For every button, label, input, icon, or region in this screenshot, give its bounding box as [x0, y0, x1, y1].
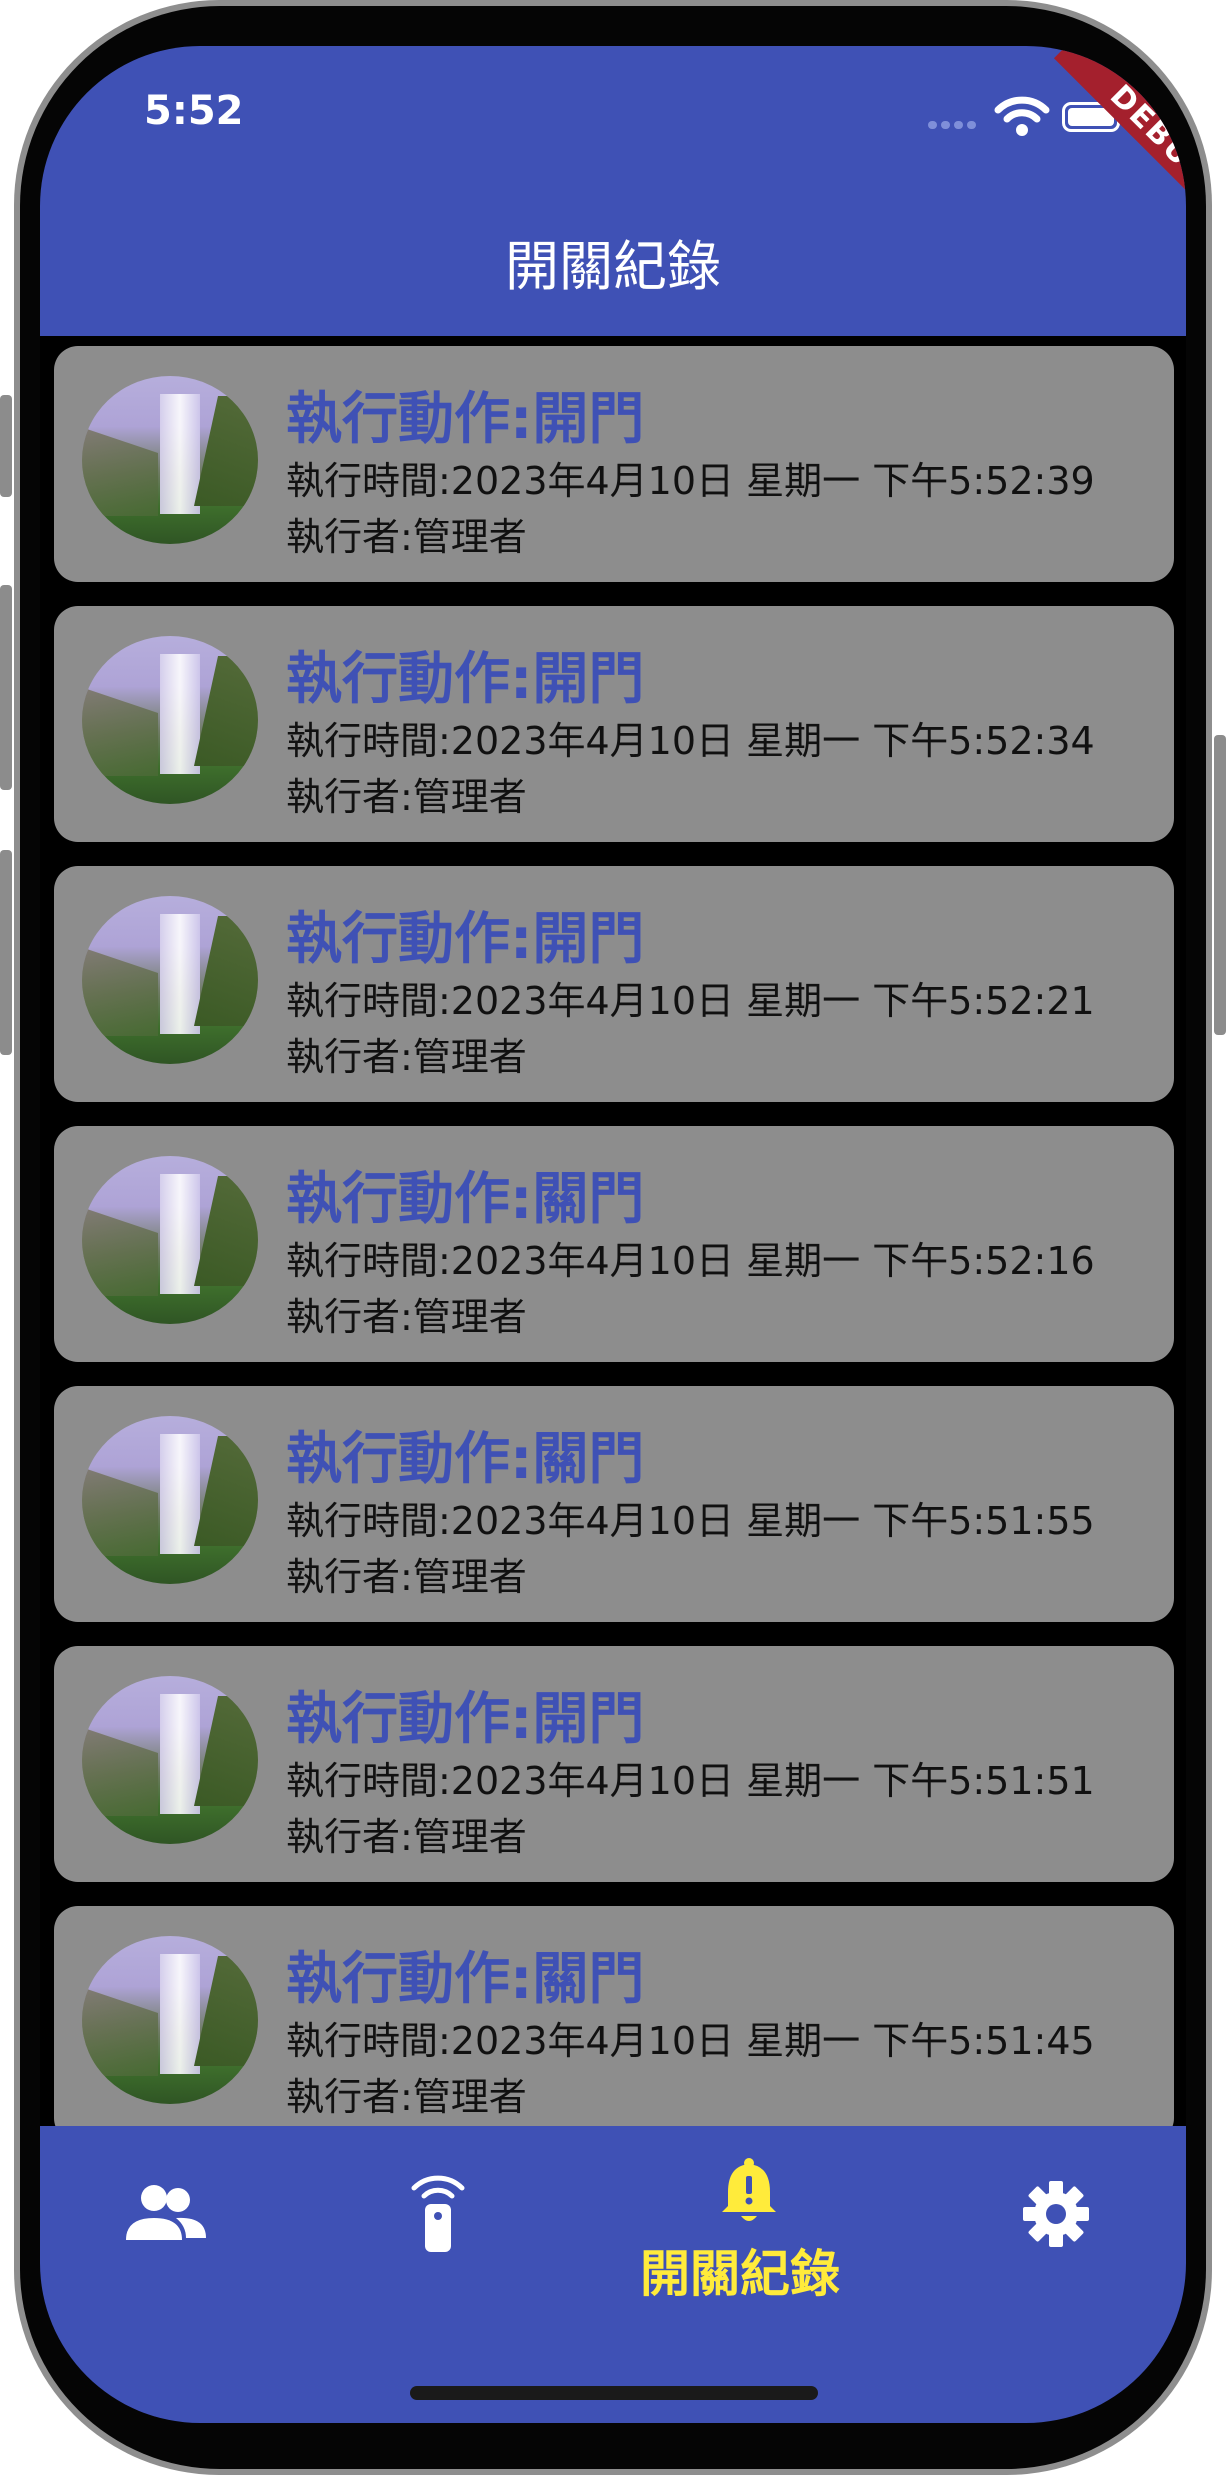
side-button-mute	[0, 395, 12, 497]
waterfall-avatar	[82, 1676, 258, 1844]
record-action: 執行動作:關門	[286, 1427, 645, 1492]
waterfall-avatar	[82, 376, 258, 544]
home-indicator[interactable]	[410, 2386, 818, 2400]
record-card[interactable]: 執行動作:開門 執行時間:2023年4月10日 星期一 下午5:52:21 執行…	[54, 866, 1174, 1102]
waterfall-avatar	[82, 1936, 258, 2104]
waterfall-avatar	[82, 1156, 258, 1324]
wifi-icon	[994, 96, 1050, 136]
nav-tab-users[interactable]	[100, 2126, 260, 2326]
record-operator: 執行者:管理者	[286, 1035, 527, 1079]
waterfall-avatar	[82, 896, 258, 1064]
record-action: 執行動作:開門	[286, 647, 645, 712]
record-card[interactable]: 執行動作:關門 執行時間:2023年4月10日 星期一 下午5:52:16 執行…	[54, 1126, 1174, 1362]
record-operator: 執行者:管理者	[286, 515, 527, 559]
page-title: 開關紀錄	[505, 235, 721, 298]
record-time: 執行時間:2023年4月10日 星期一 下午5:52:16	[286, 1239, 1095, 1283]
record-time: 執行時間:2023年4月10日 星期一 下午5:51:45	[286, 2019, 1095, 2063]
record-card[interactable]: 執行動作:關門 執行時間:2023年4月10日 星期一 下午5:51:45 執行…	[54, 1906, 1174, 2142]
record-card[interactable]: 執行動作:關門 執行時間:2023年4月10日 星期一 下午5:51:55 執行…	[54, 1386, 1174, 1622]
side-button-volume-up	[0, 585, 12, 790]
record-operator: 執行者:管理者	[286, 1295, 527, 1339]
record-time: 執行時間:2023年4月10日 星期一 下午5:51:51	[286, 1759, 1095, 1803]
record-time: 執行時間:2023年4月10日 星期一 下午5:51:55	[286, 1499, 1095, 1543]
record-card[interactable]: 執行動作:開門 執行時間:2023年4月10日 星期一 下午5:52:39 執行…	[54, 346, 1174, 582]
record-action: 執行動作:關門	[286, 1947, 645, 2012]
nav-tab-remote[interactable]	[360, 2126, 520, 2326]
status-time: 5:52	[144, 88, 244, 134]
record-operator: 執行者:管理者	[286, 2075, 527, 2119]
people-icon	[126, 2185, 206, 2240]
app-screen: 5:52 DEBUG 開關紀錄 執行動作:開門 執行時間:2023年4月10日 …	[40, 46, 1186, 2423]
record-action: 執行動作:關門	[286, 1167, 645, 1232]
nav-tab-label: 開關紀錄	[640, 2245, 840, 2303]
record-time: 執行時間:2023年4月10日 星期一 下午5:52:39	[286, 459, 1095, 503]
record-operator: 執行者:管理者	[286, 775, 527, 819]
app-bar: 5:52 DEBUG 開關紀錄	[40, 46, 1186, 336]
waterfall-avatar	[82, 1416, 258, 1584]
nav-tab-switch-records[interactable]: 開關紀錄	[600, 2126, 900, 2326]
waterfall-avatar	[82, 636, 258, 804]
gear-icon	[1023, 2181, 1089, 2247]
record-operator: 執行者:管理者	[286, 1555, 527, 1599]
cellular-signal-icon	[928, 121, 976, 129]
record-action: 執行動作:開門	[286, 1687, 645, 1752]
bottom-navigation-bar: 開關紀錄	[40, 2126, 1186, 2423]
side-button-power	[1214, 735, 1226, 1035]
debug-banner: DEBUG	[1053, 46, 1186, 243]
remote-control-icon	[411, 2175, 465, 2252]
record-card[interactable]: 執行動作:開門 執行時間:2023年4月10日 星期一 下午5:52:34 執行…	[54, 606, 1174, 842]
bell-alert-icon	[722, 2158, 776, 2221]
record-time: 執行時間:2023年4月10日 星期一 下午5:52:21	[286, 979, 1095, 1023]
side-button-volume-down	[0, 850, 12, 1055]
record-list[interactable]: 執行動作:開門 執行時間:2023年4月10日 星期一 下午5:52:39 執行…	[54, 346, 1174, 2171]
record-action: 執行動作:開門	[286, 907, 645, 972]
record-action: 執行動作:開門	[286, 387, 645, 452]
nav-tab-settings[interactable]	[1000, 2126, 1160, 2326]
record-card[interactable]: 執行動作:開門 執行時間:2023年4月10日 星期一 下午5:51:51 執行…	[54, 1646, 1174, 1882]
record-operator: 執行者:管理者	[286, 1815, 527, 1859]
record-time: 執行時間:2023年4月10日 星期一 下午5:52:34	[286, 719, 1095, 763]
